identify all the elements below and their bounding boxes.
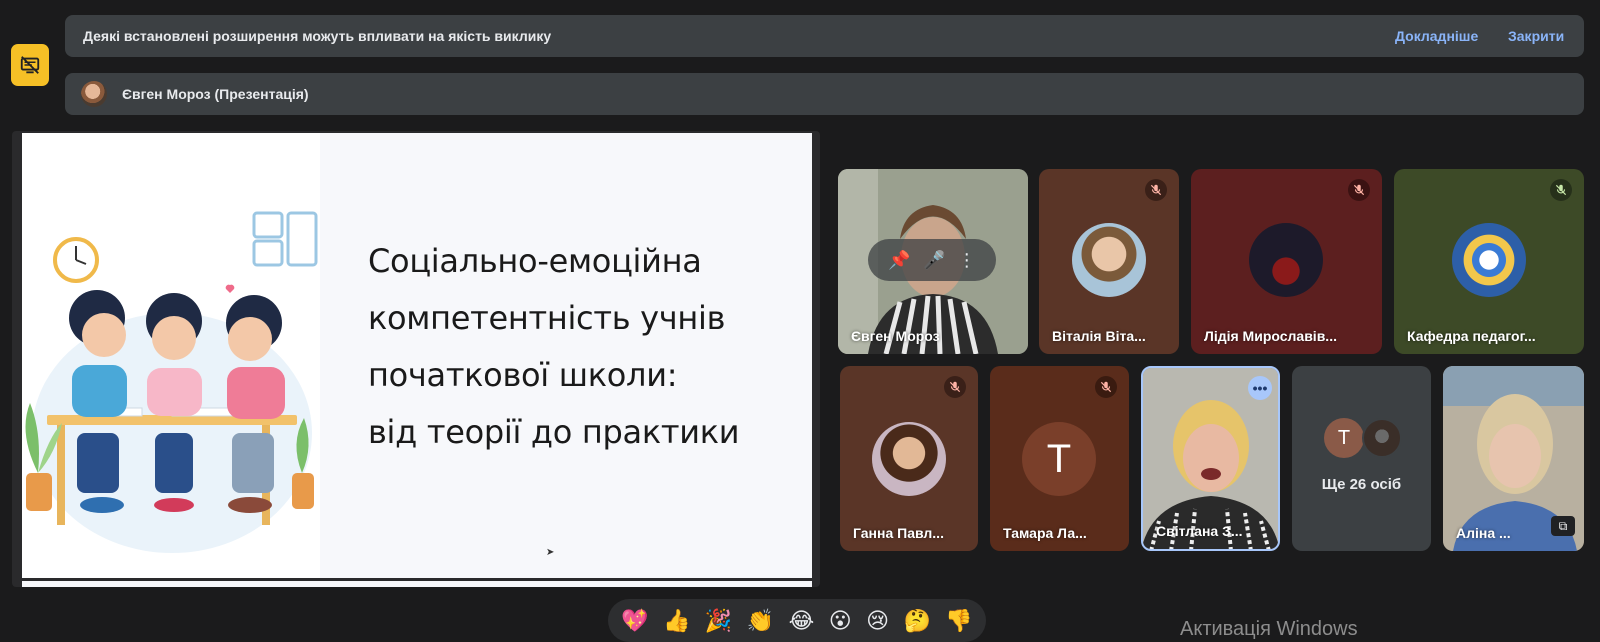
presentation-indicator-button[interactable] <box>11 44 49 86</box>
extensions-warning-banner: Деякі встановлені розширення можуть впли… <box>65 15 1584 57</box>
presentation-label: Євген Мороз (Презентація) <box>122 86 309 102</box>
participant-avatar <box>1249 223 1323 297</box>
sad-reaction-icon[interactable]: 😢 <box>866 609 889 632</box>
screen-share-off-icon <box>20 56 40 74</box>
slide-title: Соціально-емоційна компетентність учнів … <box>368 233 788 461</box>
participant-name: Кафедра педагог... <box>1407 328 1536 344</box>
slide-title-line-4: від теорії до практики <box>368 413 740 451</box>
muted-mic-icon <box>1550 179 1572 201</box>
department-logo-avatar <box>1452 223 1526 297</box>
thumbs-up-reaction-icon[interactable]: 👍 <box>663 609 690 632</box>
slide-scroll-strip <box>22 581 812 587</box>
slide-title-line-1: Соціально-емоційна <box>368 242 702 280</box>
participant-name: Аліна ... <box>1456 525 1511 541</box>
participant-tile[interactable]: Кафедра педагог... <box>1394 169 1584 354</box>
participant-avatar <box>872 422 946 496</box>
participant-avatar <box>1362 418 1402 458</box>
participant-tile-active-speaker[interactable]: ••• Світлана З... <box>1141 366 1280 551</box>
participant-initial-avatar: Т <box>1324 418 1364 458</box>
participant-tile[interactable]: Віталія Віта... <box>1039 169 1179 354</box>
mic-icon[interactable]: 🎤 <box>923 250 945 271</box>
participant-name: Євген Мороз <box>851 328 940 344</box>
participant-name: Ганна Павл... <box>853 525 944 541</box>
learn-more-link[interactable]: Докладніше <box>1395 28 1478 44</box>
windows-activation-watermark: Активація Windows <box>1180 618 1358 640</box>
tile-hover-controls: 📌 🎤 ⋮ <box>868 239 996 281</box>
muted-mic-icon <box>1145 179 1167 201</box>
mouse-cursor-icon: ➤ <box>546 547 555 558</box>
laugh-reaction-icon[interactable]: 😂 <box>789 609 815 632</box>
more-options-icon[interactable]: ⋮ <box>958 250 976 271</box>
picture-in-picture-icon[interactable]: ⧉ <box>1551 516 1575 536</box>
pin-icon[interactable]: 📌 <box>888 250 910 271</box>
reactions-bar: 💖 👍 🎉 👏 😂 😮 😢 🤔 👎 <box>608 599 986 642</box>
muted-mic-icon <box>1348 179 1370 201</box>
presentation-bar[interactable]: Євген Мороз (Презентація) <box>65 73 1584 115</box>
participant-name: Тамара Ла... <box>1003 525 1087 541</box>
clap-reaction-icon[interactable]: 👏 <box>747 609 774 632</box>
party-reaction-icon[interactable]: 🎉 <box>705 609 732 632</box>
participant-tile[interactable]: Лідія Мирославів... <box>1191 169 1382 354</box>
muted-mic-icon <box>1095 376 1117 398</box>
surprised-reaction-icon[interactable]: 😮 <box>829 609 852 632</box>
slide: Соціально-емоційна компетентність учнів … <box>22 133 812 578</box>
presentation-stage[interactable]: Соціально-емоційна компетентність учнів … <box>12 131 820 587</box>
heart-reaction-icon[interactable]: 💖 <box>621 609 648 632</box>
participant-avatar <box>1072 223 1146 297</box>
participant-name: Лідія Мирославів... <box>1204 328 1337 344</box>
participant-tile[interactable]: Ганна Павл... <box>840 366 978 551</box>
more-options-icon[interactable]: ••• <box>1248 376 1272 400</box>
children-illustration <box>22 133 320 578</box>
participant-tile[interactable]: 📌 🎤 ⋮ Євген Мороз <box>838 169 1028 354</box>
presenter-avatar <box>81 81 107 107</box>
more-participants-label: Ще 26 осіб <box>1321 476 1402 493</box>
meet-call-window: Деякі встановлені розширення можуть впли… <box>0 0 1600 642</box>
participant-name: Віталія Віта... <box>1052 328 1146 344</box>
participant-tile[interactable]: ⧉ Аліна ... <box>1443 366 1584 551</box>
muted-mic-icon <box>944 376 966 398</box>
slide-title-line-3: початкової школи: <box>368 356 678 394</box>
thinking-reaction-icon[interactable]: 🤔 <box>904 609 931 632</box>
slide-title-line-2: компетентність учнів <box>368 299 726 337</box>
warning-text: Деякі встановлені розширення можуть впли… <box>83 28 552 44</box>
participant-name: Світлана З... <box>1156 523 1243 539</box>
participant-tile[interactable]: Т Тамара Ла... <box>990 366 1129 551</box>
close-banner-button[interactable]: Закрити <box>1508 28 1564 44</box>
participant-initial-avatar: Т <box>1022 422 1096 496</box>
more-participants-tile[interactable]: Т Ще 26 осіб <box>1292 366 1431 551</box>
thumbs-down-reaction-icon[interactable]: 👎 <box>945 609 972 632</box>
